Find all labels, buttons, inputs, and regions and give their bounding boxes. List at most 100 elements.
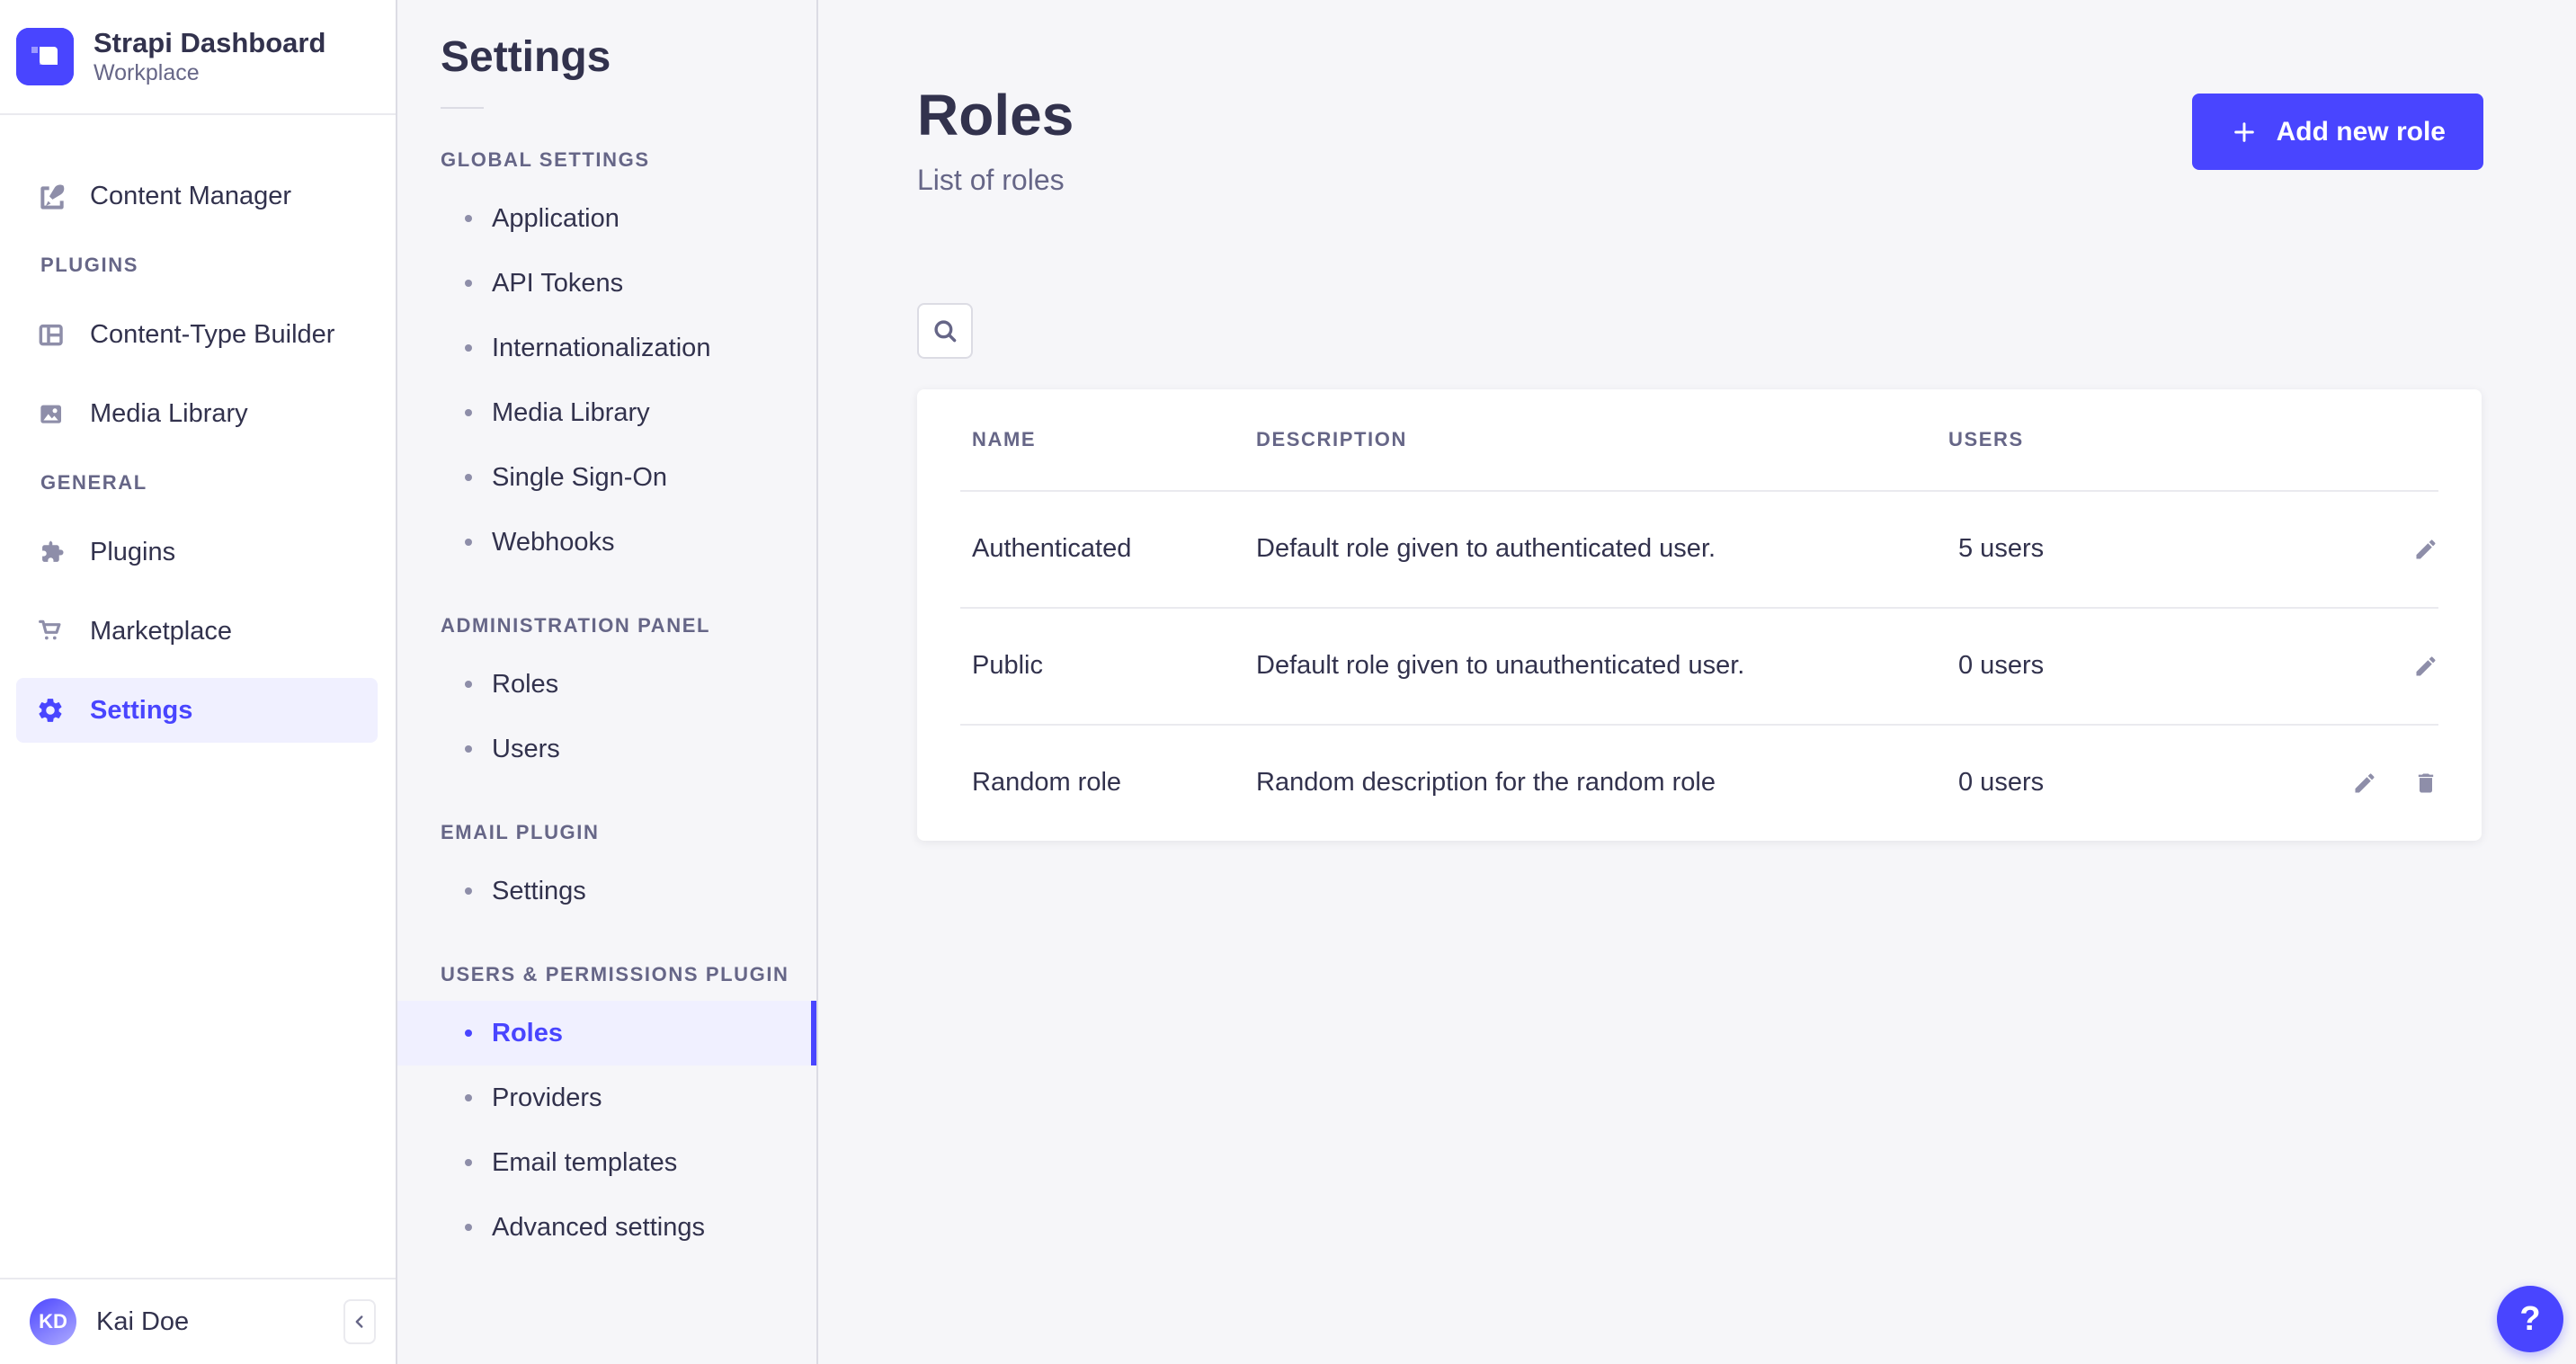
bullet-icon <box>465 1159 472 1166</box>
snav-item-label: Media Library <box>492 398 650 428</box>
table-row-authenticated[interactable]: Authenticated Default role given to auth… <box>960 490 2438 607</box>
snav-item-admin-roles[interactable]: Roles <box>397 652 816 717</box>
page-subtitle: List of roles <box>917 164 1074 197</box>
snav-list: Application API Tokens Internationalizat… <box>397 186 816 575</box>
bullet-icon <box>465 1224 472 1231</box>
column-header-users: Users <box>1948 428 2341 451</box>
snav-item-label: Application <box>492 204 619 234</box>
strapi-admin-app: Strapi Dashboard Workplace Content Manag… <box>0 0 2576 1364</box>
snav-item-api-tokens[interactable]: API Tokens <box>397 251 816 316</box>
snav-item-label: API Tokens <box>492 269 623 299</box>
feather-pen-icon <box>36 182 65 210</box>
snav-item-label: Internationalization <box>492 334 710 363</box>
snav-item-single-sign-on[interactable]: Single Sign-On <box>397 445 816 510</box>
snav-item-label: Settings <box>492 877 586 906</box>
workplace-switcher[interactable]: Strapi Dashboard Workplace <box>0 0 396 115</box>
edit-role-button[interactable] <box>2352 771 2377 796</box>
role-name: Random role <box>972 768 1256 798</box>
collapse-sidebar-button[interactable] <box>343 1299 376 1344</box>
avatar[interactable]: KD <box>30 1298 76 1345</box>
brand-text: Strapi Dashboard Workplace <box>94 26 325 87</box>
sidebar-spacer <box>0 743 396 1278</box>
snav-item-label: Providers <box>492 1083 602 1113</box>
role-name: Public <box>972 651 1256 681</box>
plus-icon <box>2230 118 2259 147</box>
snav-section-users-permissions-plugin: Users & Permissions Plugin <box>397 963 816 986</box>
edit-role-button[interactable] <box>2413 654 2438 679</box>
snav-item-label: Advanced settings <box>492 1213 705 1243</box>
sidebar-item-media-library[interactable]: Media Library <box>16 381 378 446</box>
bullet-icon <box>465 474 472 481</box>
row-actions <box>2341 537 2438 562</box>
sidebar-item-label: Content-Type Builder <box>90 320 334 350</box>
delete-role-button[interactable] <box>2413 771 2438 796</box>
sidebar-section-plugins: Plugins <box>0 254 396 277</box>
column-header-description: Description <box>1256 428 1948 451</box>
snav-item-label: Roles <box>492 1019 563 1048</box>
bullet-icon <box>465 280 472 287</box>
snav-item-up-advanced-settings[interactable]: Advanced settings <box>397 1195 816 1260</box>
settings-nav-title: Settings <box>397 32 816 82</box>
role-users-count: 0 users <box>1948 768 2341 798</box>
role-description: Random description for the random role <box>1256 768 1948 798</box>
sidebar-item-label: Settings <box>90 696 192 726</box>
snav-item-media-library[interactable]: Media Library <box>397 380 816 445</box>
sidebar-item-plugins[interactable]: Plugins <box>16 520 378 584</box>
main-nav-list: Content Manager Plugins Content-Type Bui… <box>0 115 396 1278</box>
bullet-icon <box>465 887 472 895</box>
snav-item-label: Email templates <box>492 1148 677 1178</box>
snav-item-webhooks[interactable]: Webhooks <box>397 510 816 575</box>
trash-icon <box>2413 771 2438 796</box>
snav-item-up-email-templates[interactable]: Email templates <box>397 1130 816 1195</box>
edit-role-button[interactable] <box>2413 537 2438 562</box>
pencil-icon <box>2413 537 2438 562</box>
sidebar-section-general: General <box>0 471 396 495</box>
sidebar-item-label: Marketplace <box>90 617 232 646</box>
table-row-public[interactable]: Public Default role given to unauthentic… <box>960 607 2438 724</box>
role-name: Authenticated <box>972 534 1256 564</box>
bullet-icon <box>465 1030 472 1037</box>
row-actions <box>2341 654 2438 679</box>
bullet-icon <box>465 215 472 222</box>
snav-section-administration-panel: Administration Panel <box>397 614 816 637</box>
settings-sidebar: Settings Global Settings Application API… <box>397 0 818 1364</box>
snav-item-up-roles[interactable]: Roles <box>397 1001 816 1065</box>
add-new-role-button[interactable]: Add new role <box>2192 94 2483 170</box>
help-button[interactable]: ? <box>2497 1286 2563 1352</box>
shopping-cart-icon <box>36 617 65 646</box>
snav-item-label: Single Sign-On <box>492 463 667 493</box>
page-header: Roles List of roles Add new role <box>917 83 2483 197</box>
snav-item-up-providers[interactable]: Providers <box>397 1065 816 1130</box>
sidebar-item-content-manager[interactable]: Content Manager <box>16 164 378 228</box>
divider <box>441 107 484 109</box>
table-header-row: Name Description Users <box>960 389 2438 490</box>
search-button[interactable] <box>917 303 973 359</box>
main-sidebar: Strapi Dashboard Workplace Content Manag… <box>0 0 397 1364</box>
role-description: Default role given to unauthenticated us… <box>1256 651 1948 681</box>
snav-item-application[interactable]: Application <box>397 186 816 251</box>
bullet-icon <box>465 539 472 546</box>
app-title: Strapi Dashboard <box>94 26 325 59</box>
snav-section-email-plugin: Email Plugin <box>397 821 816 844</box>
sidebar-item-settings[interactable]: Settings <box>16 678 378 743</box>
snav-item-internationalization[interactable]: Internationalization <box>397 316 816 380</box>
bullet-icon <box>465 409 472 416</box>
pencil-icon <box>2352 771 2377 796</box>
user-section: KD Kai Doe <box>0 1278 396 1364</box>
table-row-random-role[interactable]: Random role Random description for the r… <box>960 724 2438 841</box>
search-icon <box>930 316 960 346</box>
bullet-icon <box>465 681 472 688</box>
sidebar-item-label: Content Manager <box>90 182 291 211</box>
chevron-left-icon <box>350 1312 370 1332</box>
snav-list: Roles Users <box>397 652 816 781</box>
pencil-icon <box>2413 654 2438 679</box>
sidebar-item-marketplace[interactable]: Marketplace <box>16 599 378 664</box>
role-users-count: 5 users <box>1948 534 2341 564</box>
sidebar-item-label: Plugins <box>90 538 175 567</box>
role-users-count: 0 users <box>1948 651 2341 681</box>
snav-item-admin-users[interactable]: Users <box>397 717 816 781</box>
sidebar-item-content-type-builder[interactable]: Content-Type Builder <box>16 302 378 367</box>
snav-item-email-settings[interactable]: Settings <box>397 859 816 923</box>
snav-list: Settings <box>397 859 816 923</box>
picture-icon <box>36 399 65 428</box>
